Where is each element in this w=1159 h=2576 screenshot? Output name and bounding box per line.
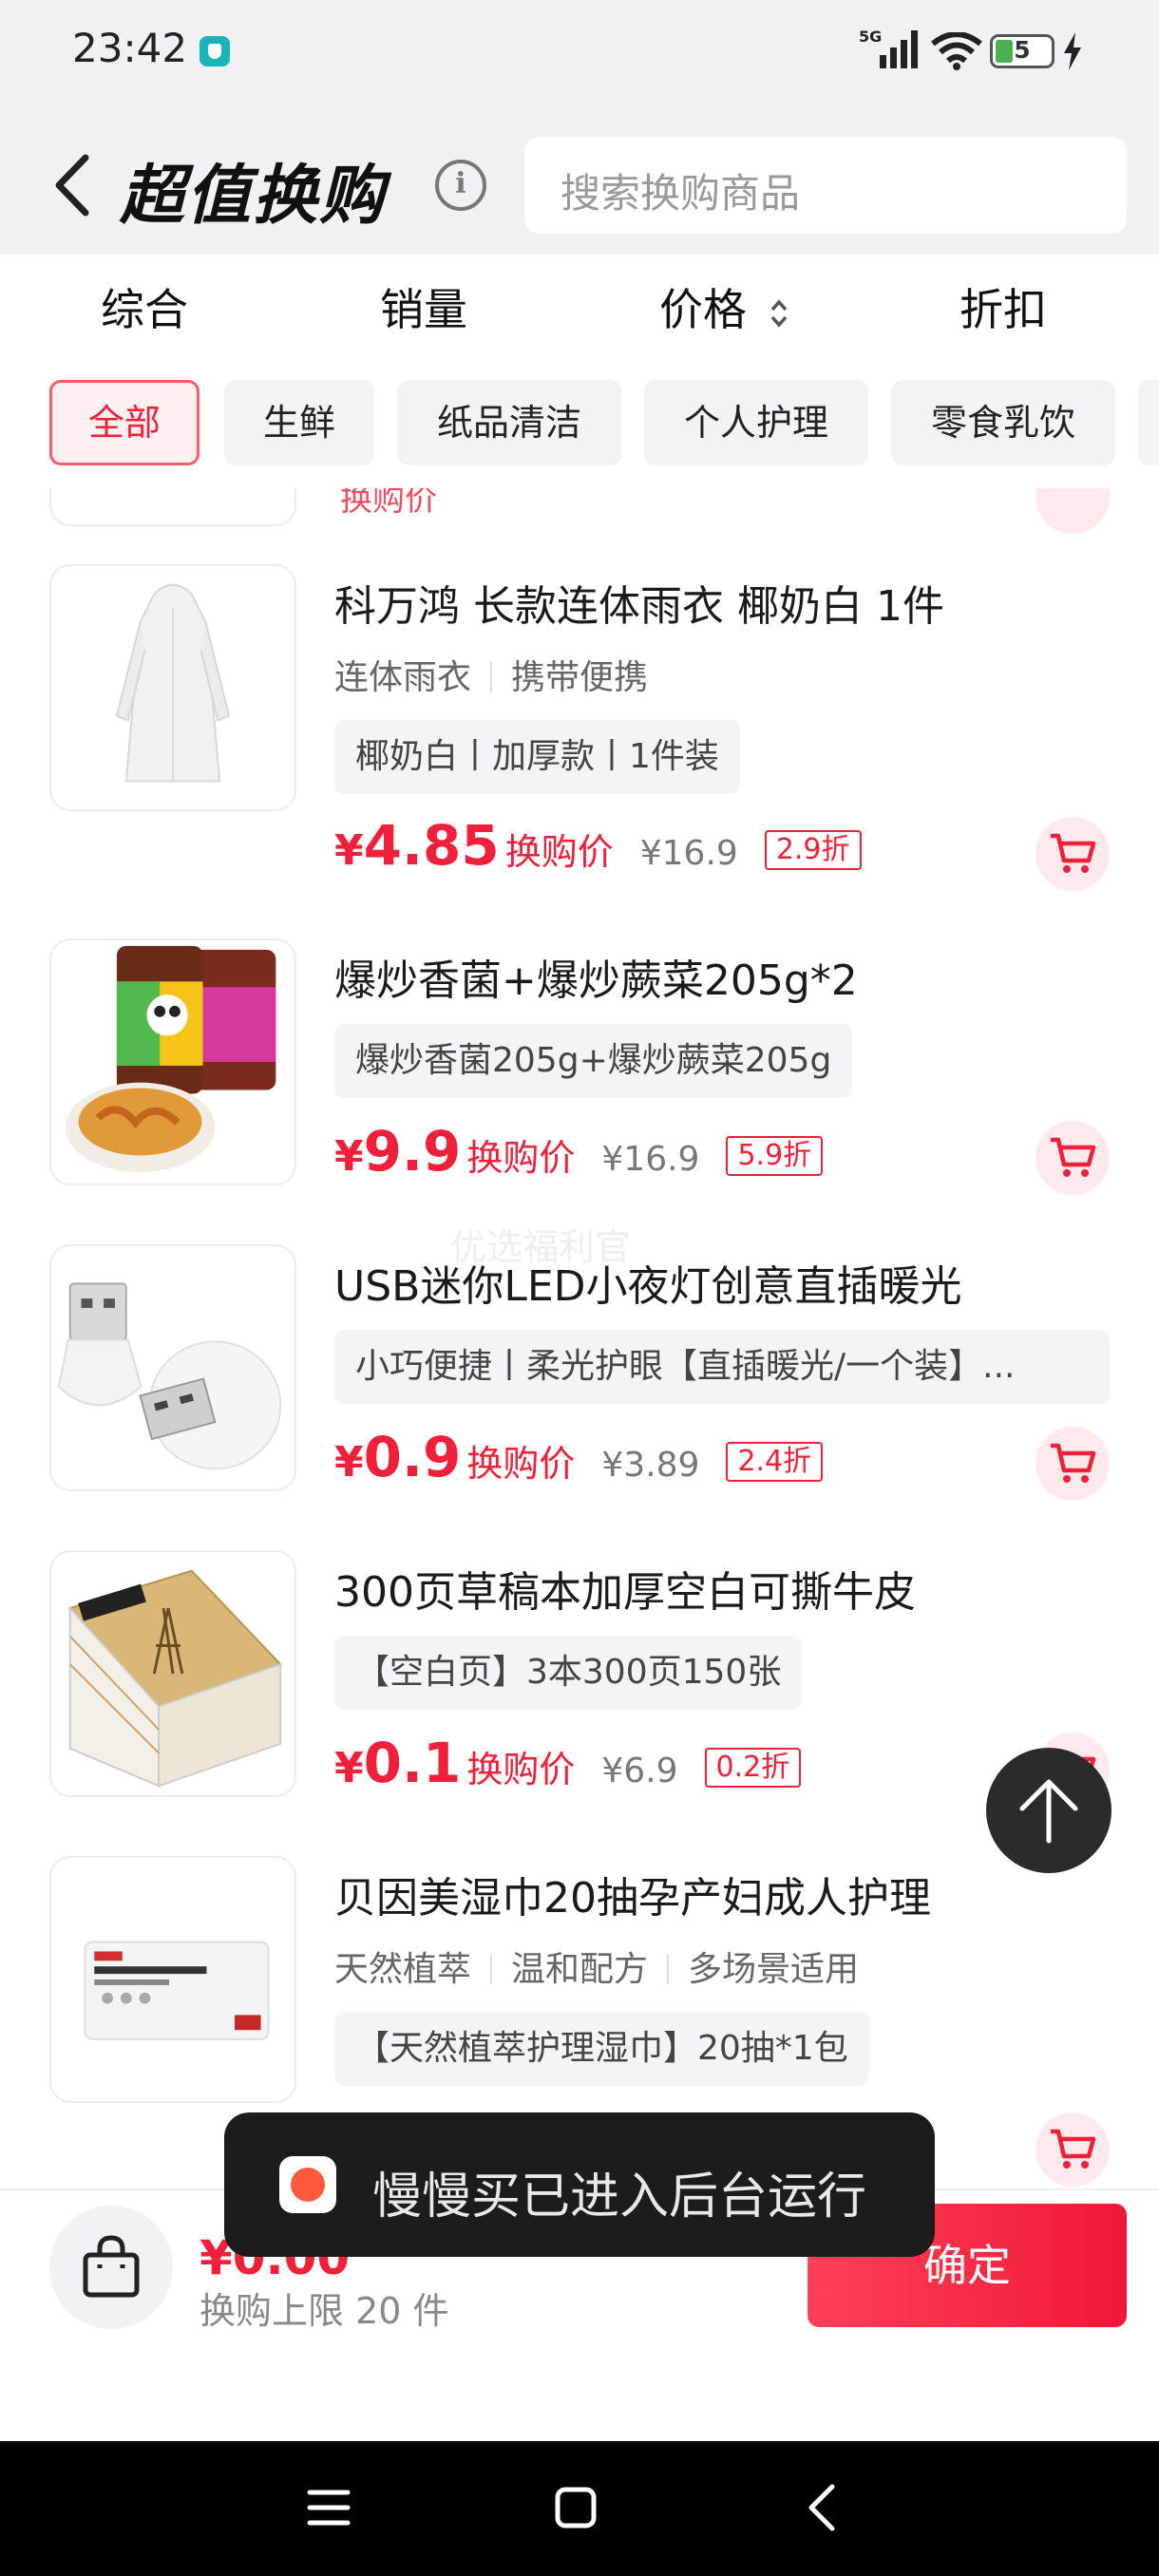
product-spec: 爆炒香菌205g+爆炒蕨菜205g [334, 1024, 853, 1098]
system-nav-bar [0, 2441, 1159, 2576]
discount-badge: 2.9折 [764, 830, 862, 870]
product-image-wipes[interactable] [49, 1856, 296, 2103]
sort-tab-price-label: 价格 [659, 284, 747, 335]
header: 超值换购 i 搜索换购商品 [0, 104, 1159, 255]
product-image-mushroom-jars[interactable] [49, 938, 296, 1185]
price-value: 0.9 [363, 1425, 462, 1489]
original-price: ¥16.9 [601, 1140, 700, 1179]
category-chips: 全部 生鲜 纸品清洁 个人护理 零食乳饮 [0, 355, 1159, 488]
arrow-up-icon [1019, 1779, 1078, 1844]
product-spec: 椰奶白丨加厚款丨1件装 [334, 720, 740, 794]
product-image-raincoat[interactable] [49, 564, 296, 811]
sort-tab-price[interactable]: 价格 [659, 275, 789, 338]
battery-icon: 5 [990, 34, 1054, 68]
sort-arrows-icon [770, 298, 787, 328]
product-title: 科万鸿 长款连体雨衣 椰奶白 1件 [334, 582, 944, 631]
shopping-bag-icon [83, 2235, 140, 2298]
cart-icon [1051, 2129, 1096, 2169]
add-to-cart-button[interactable] [1036, 2112, 1110, 2187]
status-time: 23:42 [72, 25, 188, 71]
product-title: 300页草稿本加厚空白可撕牛皮 [334, 1568, 916, 1617]
menu-icon[interactable] [300, 2479, 357, 2536]
purchase-limit-text: 换购上限 20 件 [200, 2290, 449, 2332]
background-run-toast: 慢慢买已进入后台运行 [224, 2112, 935, 2257]
sort-tab-sales[interactable]: 销量 [380, 275, 467, 338]
sort-tab-comprehensive[interactable]: 综合 [101, 275, 188, 338]
product-title: 爆炒香菌+爆炒蕨菜205g*2 [334, 957, 858, 1005]
discount-badge: 0.2折 [704, 1748, 802, 1788]
original-price: ¥6.9 [601, 1752, 678, 1790]
svg-text:5G: 5G [859, 28, 882, 46]
add-to-cart-button[interactable] [1036, 488, 1110, 534]
bolt-icon [1064, 32, 1081, 70]
product-spec: 【天然植萃护理湿巾】20抽*1包 [334, 2012, 869, 2086]
product-image-usb-lamp[interactable] [49, 1244, 296, 1491]
category-chip-paper[interactable]: 纸品清洁 [397, 380, 621, 465]
status-bar: 23:42 5G 5 [0, 0, 1159, 104]
price-value: 4.85 [363, 813, 500, 878]
info-icon[interactable]: i [435, 160, 486, 211]
page-title: 超值换购 [120, 159, 387, 234]
product-title: 贝因美湿巾20抽孕产妇成人护理 [334, 1874, 931, 1923]
app-logo-icon [279, 2156, 336, 2213]
discount-badge: 5.9折 [726, 1136, 824, 1176]
app-shield-icon [200, 36, 230, 66]
product-title: USB迷你LED小夜灯创意直插暖光 [334, 1262, 962, 1311]
product-image[interactable] [49, 488, 296, 526]
original-price: ¥16.9 [639, 834, 738, 873]
watermark: 优选福利官 [450, 1226, 632, 1268]
toast-message: 慢慢买已进入后台运行 [372, 2169, 867, 2226]
shopping-bag-button[interactable] [49, 2206, 173, 2329]
product-spec: 小巧便捷丨柔光护眼【直插暖光/一个装】... [334, 1330, 1110, 1404]
product-tags: 天然植萃 温和配方 多场景适用 [334, 1950, 860, 1989]
category-chip-more[interactable] [1138, 380, 1159, 465]
category-chip-snacks[interactable]: 零食乳饮 [891, 380, 1115, 465]
category-chip-fresh[interactable]: 生鲜 [224, 380, 374, 465]
add-to-cart-button[interactable] [1036, 1427, 1110, 1501]
cart-icon [1051, 1443, 1096, 1483]
category-chip-personal-care[interactable]: 个人护理 [644, 380, 868, 465]
product-spec: 【空白页】3本300页150张 [334, 1636, 803, 1710]
search-input[interactable]: 搜索换购商品 [524, 137, 1127, 234]
price-row: ¥0.1 换购价 ¥6.9 0.2折 [334, 1731, 802, 1797]
search-placeholder: 搜索换购商品 [560, 170, 801, 217]
price-row: ¥0.9 换购价 ¥3.89 2.4折 [334, 1425, 824, 1491]
home-icon[interactable] [547, 2479, 604, 2536]
wifi-icon [931, 32, 982, 70]
price-value: 9.9 [363, 1119, 462, 1184]
price-row: ¥9.9 换购价 ¥16.9 5.9折 [334, 1119, 824, 1185]
battery-level: 5 [1014, 36, 1031, 64]
signal-icon: 5G [859, 28, 918, 68]
category-chip-all[interactable]: 全部 [49, 380, 200, 465]
sort-tab-discount[interactable]: 折扣 [960, 275, 1047, 338]
back-icon[interactable] [49, 152, 97, 218]
back-nav-icon[interactable] [794, 2479, 851, 2536]
sort-bar: 综合 销量 价格 折扣 [0, 255, 1159, 355]
original-price: ¥3.89 [601, 1446, 700, 1485]
add-to-cart-button[interactable] [1036, 817, 1110, 891]
price-row: ¥4.85 换购价 ¥16.9 2.9折 [334, 813, 862, 880]
discount-badge: 2.4折 [726, 1442, 824, 1482]
product-tags: 连体雨衣 携带便携 [334, 658, 649, 697]
product-image-notebook[interactable] [49, 1550, 296, 1797]
product-list[interactable]: 换购价 科万鸿 长款连体雨衣 椰奶白 1件 连体雨衣 携带便携 椰奶白丨加厚款丨1… [0, 488, 1159, 2188]
price-value: 0.1 [363, 1731, 462, 1795]
cart-icon [1051, 1137, 1096, 1177]
add-to-cart-button[interactable] [1036, 1121, 1110, 1195]
cart-icon [1051, 833, 1096, 873]
scroll-to-top-button[interactable] [986, 1748, 1112, 1873]
